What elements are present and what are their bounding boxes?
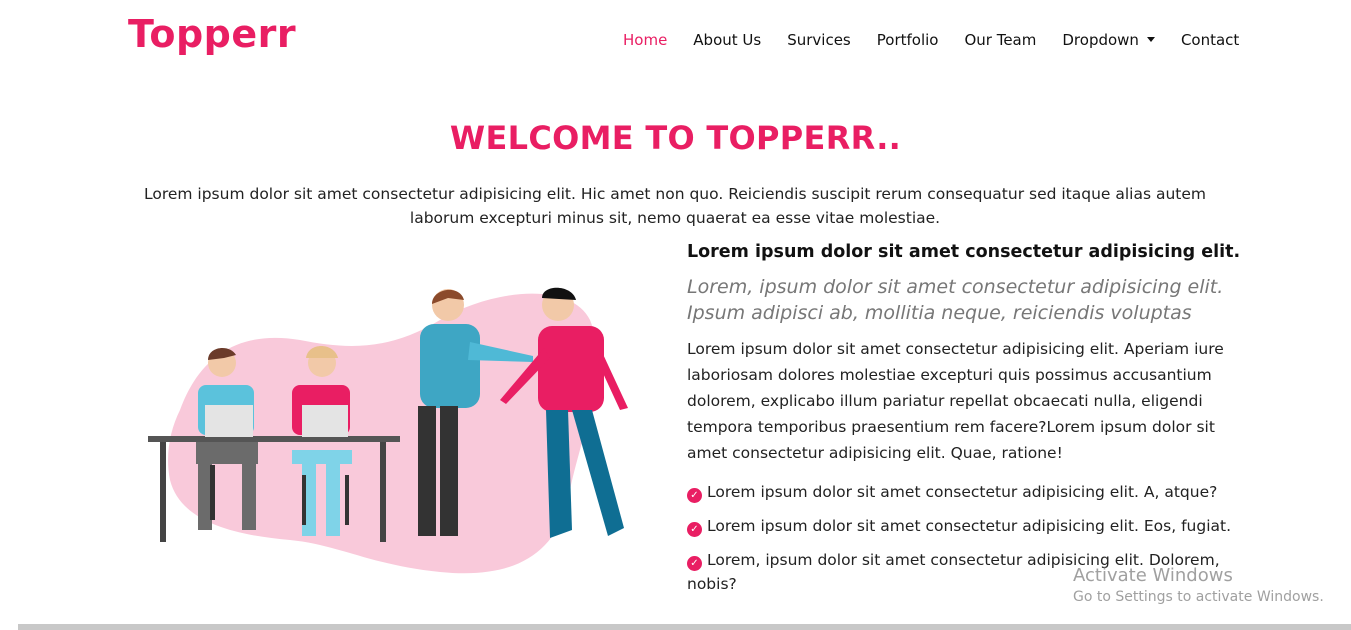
list-item: ✓ Lorem ipsum dolor sit amet consectetur … bbox=[687, 514, 1247, 538]
team-illustration bbox=[140, 260, 650, 590]
about-lead: Lorem, ipsum dolor sit amet consectetur … bbox=[687, 276, 1224, 324]
horizontal-scrollbar[interactable] bbox=[18, 624, 1351, 630]
check-circle-icon: ✓ bbox=[687, 522, 702, 537]
watermark-title: Activate Windows bbox=[1073, 565, 1233, 586]
nav-dropdown[interactable]: Dropdown bbox=[1062, 31, 1155, 49]
about-heading: Lorem ipsum dolor sit amet consectetur a… bbox=[687, 242, 1241, 262]
main-nav: Home About Us Survices Portfolio Our Tea… bbox=[623, 31, 1239, 49]
nav-portfolio[interactable]: Portfolio bbox=[877, 31, 939, 49]
windows-activation-watermark: Activate Windows Go to Settings to activ… bbox=[1073, 565, 1324, 605]
intro-text: Lorem ipsum dolor sit amet consectetur a… bbox=[143, 184, 1207, 227]
check-text: Lorem ipsum dolor sit amet consectetur a… bbox=[707, 517, 1232, 535]
brand-logo[interactable]: Topperr bbox=[128, 12, 296, 56]
check-text: Lorem ipsum dolor sit amet consectetur a… bbox=[707, 483, 1218, 501]
nav-services[interactable]: Survices bbox=[787, 31, 851, 49]
watermark-subtitle: Go to Settings to activate Windows. bbox=[1073, 589, 1324, 605]
about-body: Lorem ipsum dolor sit amet consectetur a… bbox=[687, 340, 1224, 462]
nav-contact[interactable]: Contact bbox=[1181, 31, 1239, 49]
navbar: Topperr Home About Us Survices Portfolio… bbox=[0, 0, 1351, 80]
caret-down-icon bbox=[1146, 37, 1155, 42]
about-section: Lorem ipsum dolor sit amet consectetur a… bbox=[687, 242, 1247, 606]
check-circle-icon: ✓ bbox=[687, 556, 702, 571]
page-title: WELCOME TO TOPPERR.. bbox=[449, 119, 902, 158]
list-item: ✓ Lorem ipsum dolor sit amet consectetur … bbox=[687, 480, 1247, 504]
nav-our-team[interactable]: Our Team bbox=[964, 31, 1036, 49]
check-circle-icon: ✓ bbox=[687, 488, 702, 503]
nav-dropdown-label: Dropdown bbox=[1062, 31, 1139, 49]
nav-about-us[interactable]: About Us bbox=[693, 31, 761, 49]
nav-home[interactable]: Home bbox=[623, 31, 667, 49]
